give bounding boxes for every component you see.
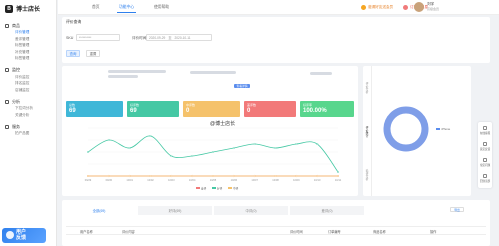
- legend-label[interactable]: 好评: [217, 186, 223, 190]
- faq-label: 常见问题: [479, 164, 491, 167]
- legend-swatch: [212, 187, 216, 189]
- data-point[interactable]: [128, 174, 131, 177]
- x-tick-label: 10/02: [147, 178, 154, 182]
- online-service-button[interactable]: 在线客服: [478, 126, 492, 135]
- data-point[interactable]: [211, 150, 214, 153]
- x-tick-label: 10/06: [231, 178, 238, 182]
- back-to-top-button[interactable]: 回到顶部: [478, 174, 492, 183]
- online-service-label: 在线客服: [479, 132, 491, 135]
- table-header-bottom-border: [66, 234, 486, 235]
- data-point[interactable]: [316, 142, 319, 145]
- x-tick-label: 10/09: [293, 178, 300, 182]
- legend-label[interactable]: 差评: [201, 186, 207, 190]
- x-tick-label: 09/29: [85, 178, 92, 182]
- data-point[interactable]: [86, 150, 89, 153]
- x-tick-label: 10/04: [189, 178, 196, 182]
- x-tick-label: 10/05: [210, 178, 217, 182]
- legend-swatch: [436, 127, 440, 131]
- vtab-analysis[interactable]: 评价分析: [363, 66, 372, 110]
- data-point[interactable]: [149, 134, 152, 137]
- data-point[interactable]: [107, 138, 110, 141]
- x-tick-label: 10/07: [251, 178, 258, 182]
- faq-button[interactable]: 常见问题: [478, 158, 492, 167]
- data-point[interactable]: [253, 142, 256, 145]
- donut-ring: [383, 106, 429, 152]
- data-point[interactable]: [274, 174, 277, 177]
- x-tick-label: 10/11: [335, 178, 342, 182]
- headset-icon: [483, 126, 487, 130]
- data-point[interactable]: [170, 154, 173, 157]
- data-point[interactable]: [274, 146, 277, 149]
- feedback-button[interactable]: 意见反馈: [478, 142, 492, 151]
- vtab-followup[interactable]: 追评分析: [363, 154, 372, 196]
- data-point[interactable]: [232, 146, 235, 149]
- data-point[interactable]: [191, 174, 194, 177]
- back-to-top-label: 回到顶部: [479, 180, 491, 183]
- data-point[interactable]: [316, 174, 319, 177]
- question-icon: [483, 158, 487, 162]
- data-point[interactable]: [337, 170, 340, 173]
- x-tick-label: 10/01: [126, 178, 133, 182]
- data-point[interactable]: [86, 174, 89, 177]
- series-line-好评: [87, 135, 339, 173]
- data-point[interactable]: [128, 146, 131, 149]
- vtab-stats[interactable]: 评价统计: [363, 110, 372, 154]
- data-point[interactable]: [295, 174, 298, 177]
- data-point[interactable]: [232, 174, 235, 177]
- legend-swatch: [196, 187, 200, 189]
- feedback-label: 意见反馈: [479, 148, 491, 151]
- donut-legend: iPhone: [436, 127, 450, 131]
- floating-toolbar: 在线客服 意见反馈 常见问题 回到顶部: [478, 122, 492, 188]
- data-point[interactable]: [253, 174, 256, 177]
- x-tick-label: 09/30: [106, 178, 113, 182]
- edit-icon: [483, 142, 487, 146]
- tab-good-reviews[interactable]: 好评(69): [138, 206, 212, 215]
- arrow-up-icon: [483, 174, 487, 178]
- data-point[interactable]: [149, 174, 152, 177]
- data-point[interactable]: [191, 154, 194, 157]
- legend-swatch: [228, 187, 232, 189]
- tab-bad-reviews[interactable]: 差评(0): [290, 206, 364, 215]
- x-tick-label: 10/10: [314, 178, 321, 182]
- data-point[interactable]: [170, 174, 173, 177]
- review-list-card: 全部(69) 好评(69) 中评(0) 差评(0): [62, 200, 490, 246]
- donut-chart: [383, 106, 429, 152]
- export-button[interactable]: 导出: [450, 207, 464, 212]
- legend-label[interactable]: 中评: [233, 186, 239, 190]
- data-point[interactable]: [211, 174, 214, 177]
- donut-legend-label: iPhone: [441, 127, 451, 131]
- tab-all-reviews[interactable]: 全部(69): [62, 206, 136, 215]
- tab-neutral-reviews[interactable]: 中评(0): [214, 206, 288, 215]
- x-tick-label: 10/03: [168, 178, 175, 182]
- data-point[interactable]: [295, 142, 298, 145]
- table-header-top-border: [66, 226, 486, 227]
- x-tick-label: 10/08: [272, 178, 279, 182]
- data-point[interactable]: [337, 174, 340, 177]
- data-point[interactable]: [107, 174, 110, 177]
- watermark: @博士店长: [210, 121, 236, 127]
